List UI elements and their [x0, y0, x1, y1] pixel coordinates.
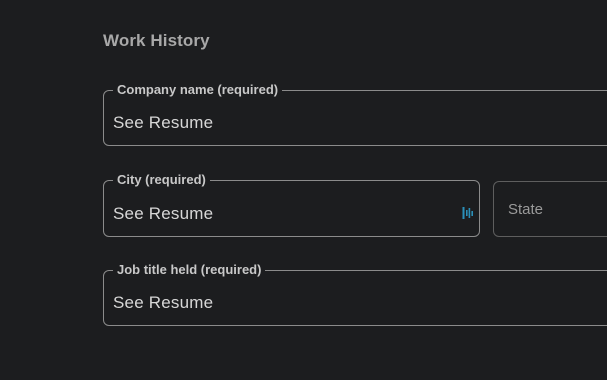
company-name-field[interactable]: Company name (required) See Resume — [103, 83, 607, 146]
city-label: City (required) — [117, 172, 206, 187]
job-title-label: Job title held (required) — [117, 262, 262, 277]
work-history-form: Work History Company name (required) See… — [0, 0, 607, 380]
city-field[interactable]: City (required) See Resume — [103, 173, 480, 237]
job-title-value[interactable]: See Resume — [113, 293, 213, 313]
company-name-label: Company name (required) — [117, 82, 279, 97]
city-value[interactable]: See Resume — [113, 204, 213, 224]
section-title: Work History — [103, 31, 210, 50]
password-manager-icon[interactable] — [462, 206, 474, 220]
state-placeholder: State — [508, 201, 544, 218]
state-select[interactable]: State — [493, 181, 607, 237]
company-name-value[interactable]: See Resume — [113, 113, 213, 133]
job-title-field[interactable]: Job title held (required) See Resume — [103, 263, 607, 326]
